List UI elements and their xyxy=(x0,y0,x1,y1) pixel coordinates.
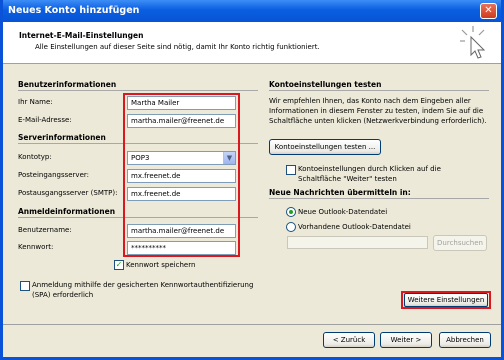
account-type-label: Kontotyp: xyxy=(18,153,52,161)
spa-label-line1: Anmeldung mithilfe der gesicherten Kennw… xyxy=(32,281,254,289)
page-title: Internet-E-Mail-Einstellungen xyxy=(19,31,144,40)
test-description-line2: Informationen in diesem Fenster zu teste… xyxy=(269,107,484,115)
back-button[interactable]: < Zurück xyxy=(323,332,375,348)
incoming-server-label: Posteingangsserver: xyxy=(18,171,89,179)
password-label: Kennwort: xyxy=(18,243,54,251)
title-bar: Neues Konto hinzufügen ✕ xyxy=(3,0,501,22)
footer-divider xyxy=(3,324,501,325)
existing-datafile-radio[interactable] xyxy=(286,222,296,232)
name-label: Ihr Name: xyxy=(18,98,53,106)
close-button[interactable]: ✕ xyxy=(480,3,497,19)
cancel-button[interactable]: Abbrechen xyxy=(439,332,491,348)
more-settings-button[interactable]: Weitere Einstellungen xyxy=(404,293,488,307)
login-info-heading: Anmeldeinformationen xyxy=(18,207,116,216)
wizard-header: Internet-E-Mail-Einstellungen Alle Einst… xyxy=(3,22,501,64)
new-datafile-label: Neue Outlook-Datendatei xyxy=(298,208,388,216)
test-settings-button[interactable]: Kontoeinstellungen testen ... xyxy=(269,139,381,155)
test-settings-heading: Kontoeinstellungen testen xyxy=(269,80,382,89)
spa-checkbox[interactable] xyxy=(20,281,30,291)
divider xyxy=(269,90,489,91)
highlight-frame-fields xyxy=(123,93,240,257)
remember-password-checkbox[interactable]: ✓ xyxy=(114,260,124,270)
radio-selected-dot xyxy=(289,210,293,214)
test-description-line3: Schaltfläche unten klicken (Netzwerkverb… xyxy=(269,117,487,125)
test-description-line1: Wir empfehlen Ihnen, das Konto nach dem … xyxy=(269,97,471,105)
spa-label-line2: (SPA) erforderlich xyxy=(32,291,94,299)
remember-password-label: Kennwort speichern xyxy=(126,261,196,269)
username-label: Benutzername: xyxy=(18,226,72,234)
user-info-heading: Benutzerinformationen xyxy=(18,80,117,89)
window-title: Neues Konto hinzufügen xyxy=(8,5,140,16)
divider xyxy=(269,198,489,199)
deliver-messages-heading: Neue Nachrichten übermitteln in: xyxy=(269,188,411,197)
browse-button[interactable]: Durchsuchen xyxy=(433,235,487,251)
auto-test-label-line2: Schaltfläche "Weiter" testen xyxy=(298,175,397,183)
close-icon: ✕ xyxy=(484,5,493,16)
existing-datafile-path-input[interactable] xyxy=(287,236,428,249)
auto-test-checkbox[interactable] xyxy=(286,165,296,175)
outgoing-server-label: Postausgangsserver (SMTP): xyxy=(18,189,118,197)
email-label: E-Mail-Adresse: xyxy=(18,116,72,124)
next-button[interactable]: Weiter > xyxy=(380,332,432,348)
page-subtitle: Alle Einstellungen auf dieser Seite sind… xyxy=(35,43,320,51)
existing-datafile-label: Vorhandene Outlook-Datendatei xyxy=(298,223,411,231)
divider xyxy=(18,90,258,91)
auto-test-label-line1: Kontoeinstellungen durch Klicken auf die xyxy=(298,165,441,173)
server-info-heading: Serverinformationen xyxy=(18,133,106,142)
new-datafile-radio[interactable] xyxy=(286,207,296,217)
new-account-dialog: Neues Konto hinzufügen ✕ Internet-E-Mail… xyxy=(0,0,504,360)
cursor-click-icon xyxy=(460,26,486,59)
